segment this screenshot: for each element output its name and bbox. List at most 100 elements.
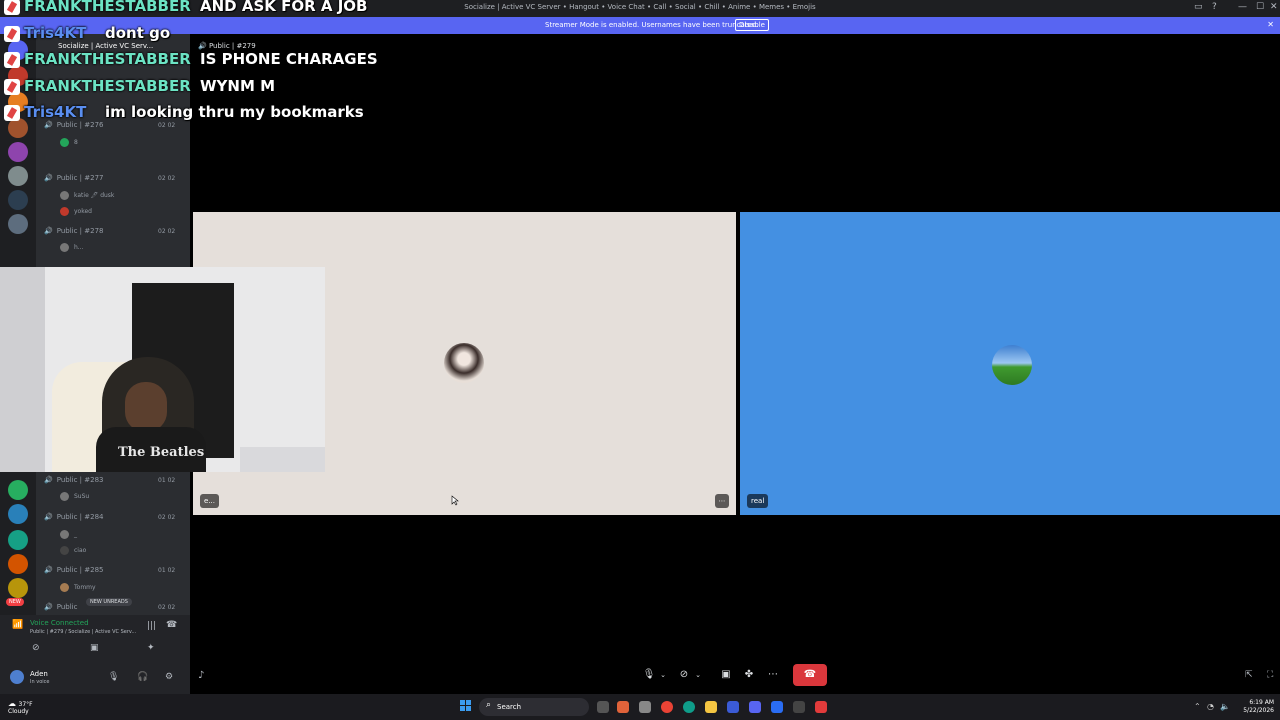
soundboard-icon[interactable]: ♪ (198, 670, 204, 681)
activities-icon[interactable]: ✤ (738, 664, 760, 686)
headphones-icon[interactable]: 🎧 (137, 672, 148, 682)
channel-user[interactable]: 8 (60, 138, 78, 147)
voice-connected-status[interactable]: Voice Connected (30, 619, 89, 627)
task-view-icon[interactable] (597, 701, 609, 713)
voice-channel[interactable]: 🔊 Public (44, 603, 77, 611)
chevron-down-icon[interactable]: ⌄ (687, 664, 709, 686)
speaker-icon: 🔊 (198, 42, 209, 50)
server-icon[interactable] (8, 578, 28, 598)
obs-icon[interactable] (815, 701, 827, 713)
server-icon[interactable] (8, 142, 28, 162)
close-banner-icon[interactable]: ✕ (1267, 20, 1274, 29)
server-icon[interactable] (8, 530, 28, 550)
server-icon[interactable] (8, 504, 28, 524)
screen-share-icon[interactable]: ▣ (90, 643, 99, 653)
chevron-up-icon[interactable]: ⌃ (1194, 702, 1201, 711)
voice-channel-path[interactable]: Public | #279 / Socialize | Active VC Se… (30, 629, 136, 635)
webcam-shirt: The Beatles (96, 427, 206, 472)
chat-text: im looking thru my bookmarks (105, 103, 364, 121)
fullscreen-icon[interactable]: ⛶ (1267, 670, 1273, 680)
popout-icon[interactable]: ⇱ (1245, 670, 1253, 680)
network-icon[interactable]: ◔ (1207, 702, 1214, 711)
avatar (60, 546, 69, 555)
speaker-icon: 🔊 (44, 121, 53, 129)
voice-channel[interactable]: 🔊 Public | #283 (44, 476, 103, 484)
screen-share-icon[interactable]: ▣ (715, 664, 737, 686)
channel-user[interactable]: h... (60, 243, 84, 252)
app-icon[interactable] (727, 701, 739, 713)
voice-connected-panel: 📶 Voice Connected Public | #279 / Social… (0, 615, 190, 663)
speaker-icon: 🔊 (44, 603, 53, 611)
username[interactable]: Aden (30, 670, 48, 678)
system-clock[interactable]: 6:19 AM 5/22/2026 (1243, 699, 1274, 715)
inbox-icon[interactable]: ▭ (1194, 2, 1203, 12)
more-options-icon[interactable]: ⋯ (715, 494, 729, 508)
noise-suppression-icon[interactable]: ||| (147, 621, 156, 631)
start-button[interactable] (460, 700, 472, 712)
voice-channel[interactable]: 🔊 Public | #278 (44, 227, 103, 235)
server-icon[interactable] (8, 214, 28, 234)
server-icon[interactable] (8, 480, 28, 500)
maximize-button[interactable]: ☐ (1256, 2, 1264, 12)
chat-username: FRANKTHESTABBER (24, 76, 191, 95)
taskbar-search[interactable]: ⌕ Search (479, 698, 589, 716)
speaker-icon: 🔊 (44, 476, 53, 484)
channel-user[interactable]: ciao (60, 546, 86, 555)
channel-user[interactable]: yoked (60, 207, 92, 216)
server-icon[interactable] (8, 190, 28, 210)
server-icon[interactable] (8, 554, 28, 574)
weather-icon: ☁ (8, 699, 19, 708)
speaker-icon: 🔊 (44, 513, 53, 521)
disconnect-icon[interactable]: ☎ (166, 620, 177, 630)
close-button[interactable]: ✕ (1270, 2, 1278, 12)
windows-taskbar: ☁ 37°F Cloudy ⌕ Search ⌃ ◔ 🔈 6:19 AM 5/22… (0, 694, 1280, 720)
weather-widget[interactable]: ☁ 37°F Cloudy (8, 699, 33, 716)
camera-icon[interactable]: ⊘ (32, 643, 40, 653)
channel-user-count: 02 02 (158, 514, 176, 521)
voice-channel[interactable]: 🔊 Public | #285 (44, 566, 103, 574)
minimize-button[interactable]: — (1238, 2, 1247, 12)
new-unreads-pill[interactable]: NEW UNREADS (86, 598, 132, 606)
chat-username: Tris4KT (24, 23, 87, 42)
participant-tile[interactable]: real (740, 212, 1280, 515)
server-name[interactable]: Socialize | Active VC Serv... (58, 42, 153, 50)
avatar[interactable] (10, 670, 24, 684)
edge-icon[interactable] (683, 701, 695, 713)
disable-streamer-mode-button[interactable]: Disable (735, 19, 769, 31)
file-explorer-icon[interactable] (705, 701, 717, 713)
window-titlebar: Socialize | Active VC Server • Hangout •… (0, 0, 1280, 17)
channel-user[interactable]: _ (60, 530, 77, 539)
app-icon[interactable] (617, 701, 629, 713)
help-icon[interactable]: ? (1212, 2, 1217, 12)
avatar (60, 207, 69, 216)
channel-user[interactable]: Tommy (60, 583, 96, 592)
voice-channel[interactable]: 🔊 Public | #284 (44, 513, 103, 521)
hang-up-button[interactable]: ☎ (793, 664, 827, 686)
server-icon[interactable] (8, 166, 28, 186)
discord-icon[interactable] (749, 701, 761, 713)
microphone-icon[interactable]: 🎙 (108, 672, 119, 682)
server-icon[interactable] (8, 118, 28, 138)
volume-icon[interactable]: 🔈 (1220, 702, 1230, 711)
app-icon[interactable] (793, 701, 805, 713)
settings-icon[interactable]: ⚙ (165, 672, 173, 682)
voice-channel[interactable]: 🔊 Public | #276 (44, 121, 103, 129)
participant-name: real (747, 494, 769, 508)
chat-username: Tris4KT (24, 103, 87, 121)
signal-icon[interactable]: 📶 (12, 620, 23, 630)
speaker-icon: 🔊 (44, 227, 53, 235)
app-icon[interactable] (639, 701, 651, 713)
streamer-mode-banner: Streamer Mode is enabled. Usernames have… (0, 17, 1280, 34)
channel-user[interactable]: katie 🖊 dusk (60, 191, 114, 200)
shirt-text: The Beatles (118, 445, 205, 460)
new-badge: NEW (6, 598, 24, 606)
voice-channel[interactable]: 🔊 Public | #277 (44, 174, 103, 182)
activities-icon[interactable]: ✦ (147, 643, 155, 653)
more-icon[interactable]: ⋯ (762, 664, 784, 686)
avatar (992, 345, 1032, 385)
app-icon[interactable] (771, 701, 783, 713)
avatar (60, 583, 69, 592)
chevron-down-icon[interactable]: ⌄ (652, 664, 674, 686)
chrome-icon[interactable] (661, 701, 673, 713)
channel-user[interactable]: SuSu (60, 492, 89, 501)
